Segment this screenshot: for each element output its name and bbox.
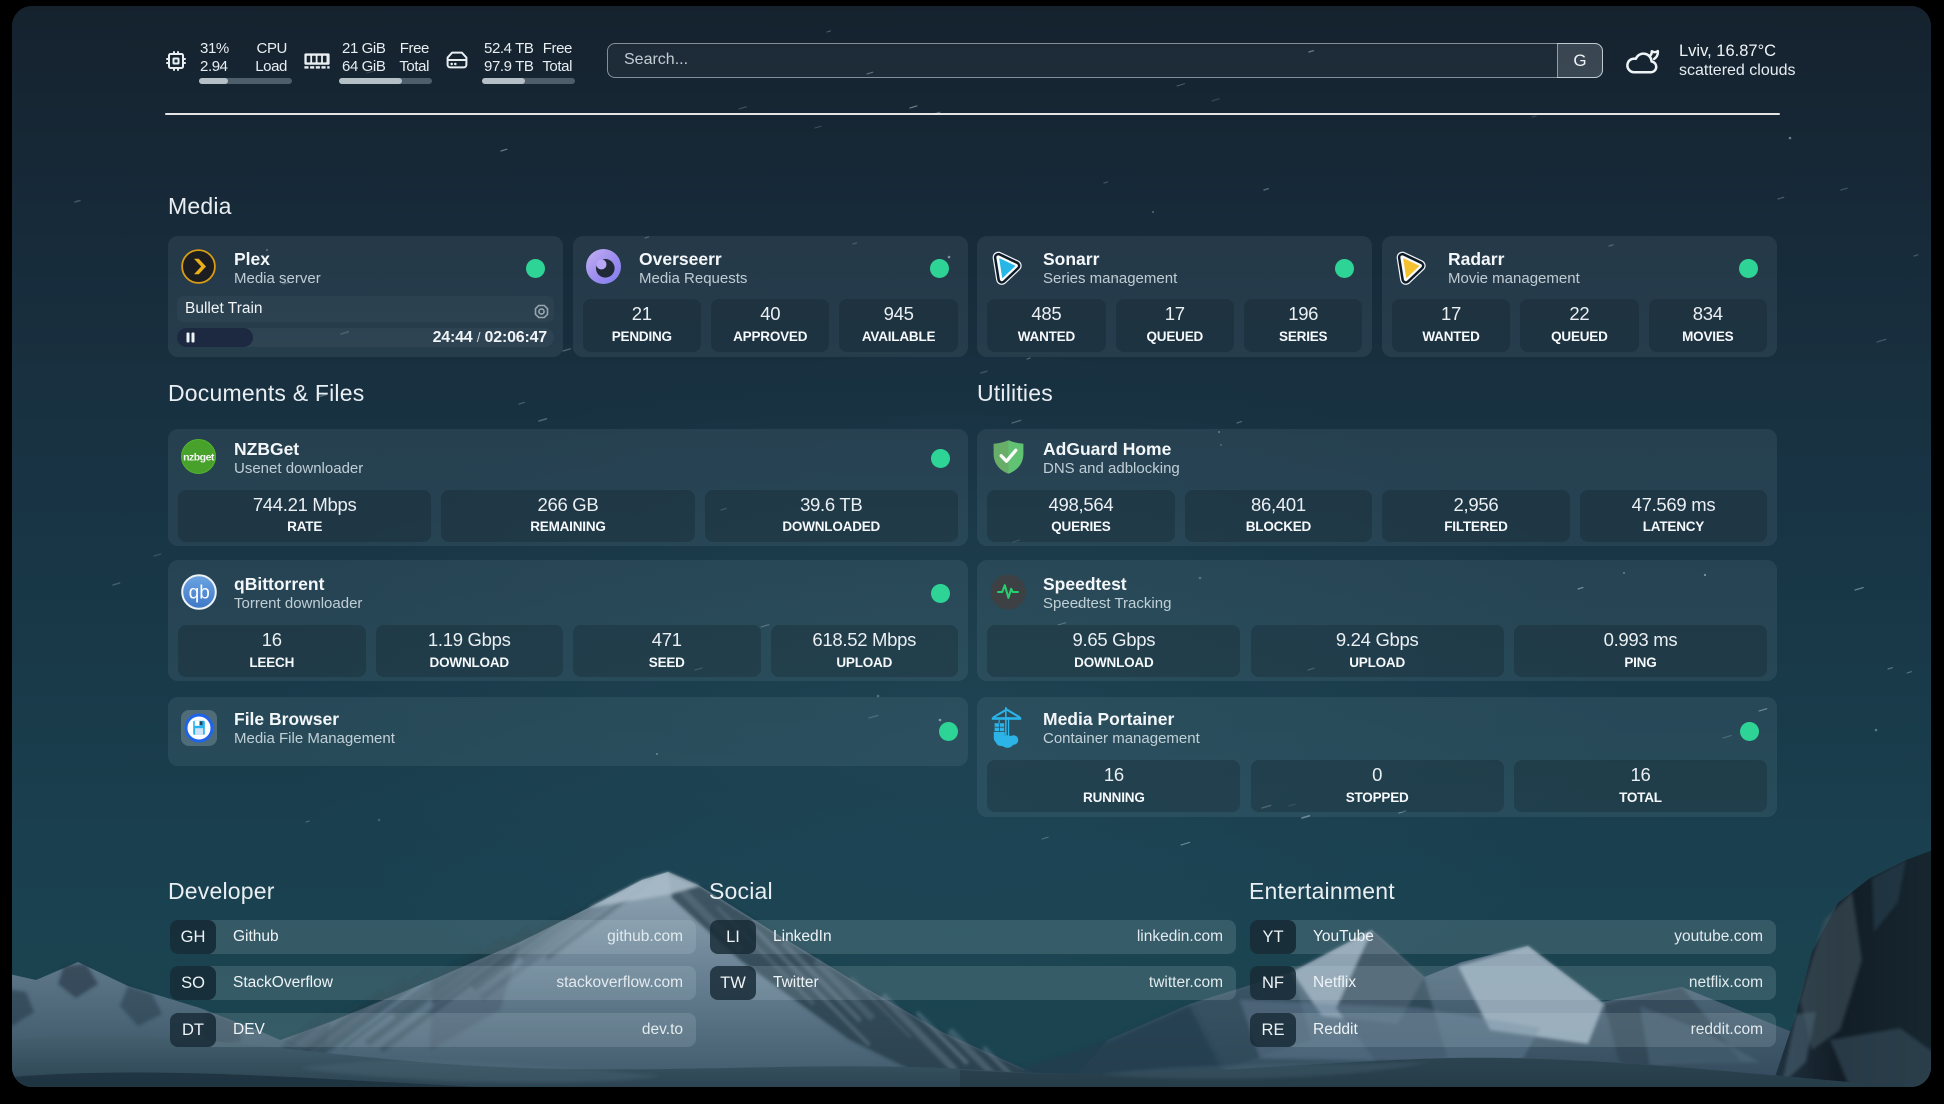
svg-text:qb: qb [189,583,210,604]
svg-text:nzbget: nzbget [183,452,215,464]
